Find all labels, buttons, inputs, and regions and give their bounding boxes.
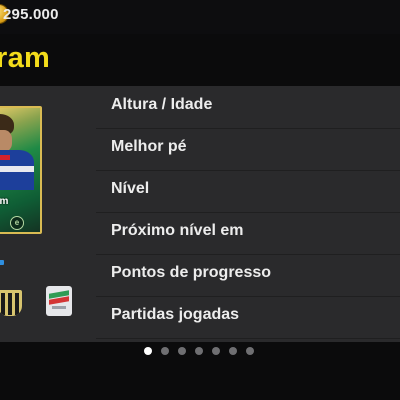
stat-label: Partidas jogadas xyxy=(111,306,240,323)
stat-row-next-level: Próximo nível em xyxy=(96,212,400,255)
top-bar: 295.000 xyxy=(0,0,400,34)
club-badge-icon xyxy=(0,290,22,316)
player-name: ram xyxy=(0,42,51,74)
stat-row-progress-points: Pontos de progresso xyxy=(96,254,400,297)
coin-amount: 295.000 xyxy=(3,6,59,23)
efootball-logo-icon: e xyxy=(10,216,24,230)
stat-label: Nível xyxy=(111,180,150,197)
league-badge-icon xyxy=(46,286,72,316)
card-player-name: ram xyxy=(0,196,9,207)
player-details-panel: ram e Altura / Idade Melhor pé Nível Pró… xyxy=(0,86,400,342)
stat-label: Próximo nível em xyxy=(111,222,244,239)
page-indicator[interactable] xyxy=(144,347,256,357)
card-shirt-accent xyxy=(0,155,10,160)
player-card[interactable]: ram e xyxy=(0,106,42,234)
card-shirt-stripe xyxy=(0,166,34,172)
page-dot[interactable] xyxy=(144,347,152,355)
page-dot[interactable] xyxy=(178,347,186,355)
stat-label: Altura / Idade xyxy=(111,96,213,113)
stat-label: Melhor pé xyxy=(111,138,187,155)
stat-row-level: Nível xyxy=(96,170,400,213)
page-dot[interactable] xyxy=(229,347,237,355)
position-marker-icon xyxy=(0,260,4,265)
page-dot[interactable] xyxy=(161,347,169,355)
page-dot[interactable] xyxy=(195,347,203,355)
stat-row-matches-played: Partidas jogadas xyxy=(96,296,400,339)
stat-row-height-age: Altura / Idade xyxy=(96,86,400,129)
stat-label: Pontos de progresso xyxy=(111,264,272,281)
stats-list: Altura / Idade Melhor pé Nível Próximo n… xyxy=(96,86,400,342)
card-area: ram e xyxy=(0,86,96,342)
page-dot[interactable] xyxy=(246,347,254,355)
stat-row-best-foot: Melhor pé xyxy=(96,128,400,171)
card-player-face xyxy=(0,130,12,152)
page-dot[interactable] xyxy=(212,347,220,355)
